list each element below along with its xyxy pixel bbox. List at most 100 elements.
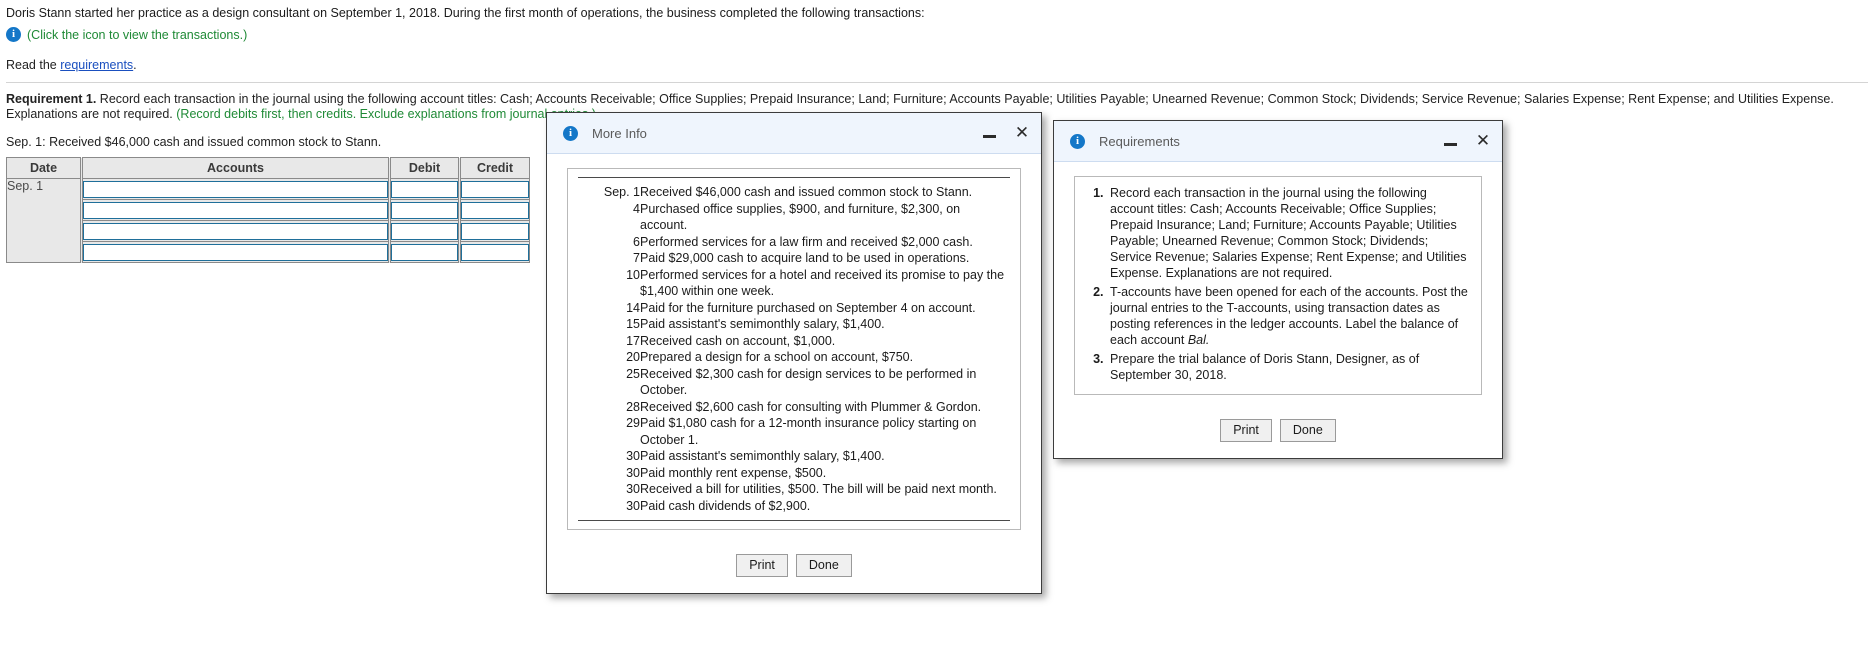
- transaction-description: Paid $1,080 cash for a 12-month insuranc…: [640, 416, 977, 447]
- credit-cell-1[interactable]: [459, 178, 530, 200]
- accounts-input-2[interactable]: [83, 201, 388, 219]
- transaction-description: Paid cash dividends of $2,900.: [640, 498, 811, 513]
- requirements-panel: Record each transaction in the journal u…: [1074, 176, 1482, 395]
- accounts-input-4[interactable]: [83, 243, 388, 261]
- accounts-input-3[interactable]: [83, 222, 388, 240]
- more-info-dialog[interactable]: i More Info ✕ Sep. 1 Received $46,000 cas…: [546, 112, 1042, 594]
- transaction-row: 25 Received $2,300 cash for design servic…: [578, 366, 1010, 399]
- credit-input-1[interactable]: [461, 180, 529, 198]
- print-button[interactable]: Print: [1220, 419, 1272, 442]
- requirement-1-label: Requirement 1.: [6, 92, 97, 106]
- requirements-body: Record each transaction in the journal u…: [1054, 162, 1502, 405]
- requirements-title-bar[interactable]: i Requirements ✕: [1054, 121, 1502, 162]
- accounts-cell-4[interactable]: [81, 241, 391, 263]
- info-icon: i: [1070, 133, 1085, 149]
- transaction-description: Received $46,000 cash and issued common …: [640, 185, 973, 199]
- transaction-date: 6: [633, 234, 640, 249]
- column-header-date: Date: [6, 157, 83, 179]
- transaction-row: 20 Prepared a design for a school on acco…: [578, 349, 1010, 366]
- transaction-row: 17 Received cash on account, $1,000.: [578, 333, 1010, 350]
- close-icon[interactable]: ✕: [1474, 132, 1492, 150]
- transaction-row: 10 Performed services for a hotel and rec…: [578, 267, 1010, 300]
- journal-header-row: Date Accounts Debit Credit: [6, 157, 530, 179]
- debit-input-3[interactable]: [391, 222, 458, 240]
- transactions-panel: Sep. 1 Received $46,000 cash and issued c…: [567, 168, 1021, 530]
- transactions-bottom-rule: [578, 520, 1010, 521]
- transaction-description: Paid assistant's semimonthly salary, $1,…: [640, 317, 885, 331]
- transaction-date: 30: [626, 498, 640, 513]
- more-info-title-bar[interactable]: i More Info ✕: [547, 113, 1041, 154]
- transaction-date: Sep. 1: [603, 185, 640, 199]
- transactions-icon-row[interactable]: i (Click the icon to view the transactio…: [6, 27, 1868, 42]
- transaction-row: 29 Paid $1,080 cash for a 12-month insura…: [578, 415, 1010, 448]
- credit-cell-2[interactable]: [459, 199, 530, 221]
- accounts-input-1[interactable]: [83, 180, 388, 198]
- column-header-accounts: Accounts: [81, 157, 391, 179]
- debit-cell-1[interactable]: [389, 178, 461, 200]
- transaction-description: Purchased office supplies, $900, and fur…: [640, 201, 961, 233]
- transaction-date: 25: [626, 366, 640, 381]
- debit-input-2[interactable]: [391, 201, 458, 219]
- table-row: [7, 220, 530, 242]
- transaction-description: Paid monthly rent expense, $500.: [640, 465, 827, 480]
- credit-input-4[interactable]: [461, 243, 529, 261]
- debit-input-1[interactable]: [391, 180, 458, 198]
- done-button[interactable]: Done: [1279, 419, 1336, 442]
- close-icon[interactable]: ✕: [1013, 124, 1031, 142]
- requirements-list: Record each transaction in the journal u…: [1085, 185, 1471, 383]
- debit-cell-2[interactable]: [389, 199, 461, 221]
- transaction-row: 15 Paid assistant's semimonthly salary, $…: [578, 316, 1010, 333]
- transaction-row: 30 Paid assistant's semimonthly salary, $…: [578, 448, 1010, 465]
- debit-input-4[interactable]: [391, 243, 458, 261]
- info-icon: i: [563, 125, 578, 141]
- credit-cell-4[interactable]: [459, 241, 530, 263]
- requirements-title: Requirements: [1099, 133, 1180, 149]
- transaction-date: 30: [626, 482, 640, 496]
- transaction-description: Paid assistant's semimonthly salary, $1,…: [640, 449, 885, 463]
- minimize-icon[interactable]: [981, 124, 999, 142]
- info-icon[interactable]: i: [6, 27, 21, 42]
- read-requirements-line: Read the requirements.: [6, 58, 1868, 72]
- transaction-description: Received a bill for utilities, $500. The…: [640, 482, 997, 496]
- requirements-window-controls: ✕: [1442, 121, 1492, 161]
- accounts-cell-3[interactable]: [81, 220, 391, 242]
- transaction-date: 15: [626, 317, 640, 331]
- transaction-row: 14 Paid for the furniture purchased on Se…: [578, 300, 1010, 317]
- transaction-description: Prepared a design for a school on accoun…: [640, 350, 914, 364]
- accounts-cell-2[interactable]: [81, 199, 391, 221]
- balance-label-italic: Bal.: [1187, 333, 1210, 347]
- transaction-date: 30: [626, 465, 640, 480]
- transaction-row: 30 Paid cash dividends of $2,900.: [578, 498, 1010, 515]
- more-info-body: Sep. 1 Received $46,000 cash and issued c…: [547, 154, 1041, 540]
- journal-date-value: Sep. 1: [6, 178, 83, 263]
- credit-input-3[interactable]: [461, 222, 529, 240]
- done-button[interactable]: Done: [795, 554, 852, 577]
- transaction-row: 6 Performed services for a law firm and r…: [578, 234, 1010, 251]
- transaction-row: 7 Paid $29,000 cash to acquire land to be…: [578, 250, 1010, 267]
- transaction-date: 14: [626, 300, 640, 315]
- requirement-item: Record each transaction in the journal u…: [1107, 185, 1471, 281]
- table-row: Sep. 1: [6, 178, 530, 263]
- print-button[interactable]: Print: [736, 554, 788, 577]
- debit-cell-3[interactable]: [389, 220, 461, 242]
- requirements-link[interactable]: requirements: [60, 58, 133, 72]
- transaction-description: Received $2,300 cash for design services…: [640, 366, 977, 398]
- minimize-icon[interactable]: [1442, 132, 1460, 150]
- credit-input-2[interactable]: [461, 201, 529, 219]
- debit-cell-4[interactable]: [389, 241, 461, 263]
- more-info-footer: Print Done: [547, 540, 1041, 593]
- accounts-cell-1[interactable]: [81, 178, 391, 200]
- more-info-window-controls: ✕: [981, 113, 1031, 153]
- click-icon-hint: (Click the icon to view the transactions…: [27, 27, 248, 42]
- transaction-row: 28 Received $2,600 cash for consulting wi…: [578, 399, 1010, 416]
- requirements-dialog[interactable]: i Requirements ✕ Record each transaction…: [1053, 120, 1503, 459]
- requirement-item: T-accounts have been opened for each of …: [1107, 284, 1471, 348]
- transaction-date: 4: [633, 201, 640, 216]
- transaction-row: 4 Purchased office supplies, $900, and fu…: [578, 201, 1010, 234]
- credit-cell-3[interactable]: [459, 220, 530, 242]
- intro-text: Doris Stann started her practice as a de…: [6, 6, 925, 20]
- transaction-row: 30 Received a bill for utilities, $500. T…: [578, 481, 1010, 498]
- column-header-credit: Credit: [459, 157, 530, 179]
- requirements-footer: Print Done: [1054, 405, 1502, 458]
- requirement-1-hint: (Record debits first, then credits. Excl…: [176, 107, 596, 121]
